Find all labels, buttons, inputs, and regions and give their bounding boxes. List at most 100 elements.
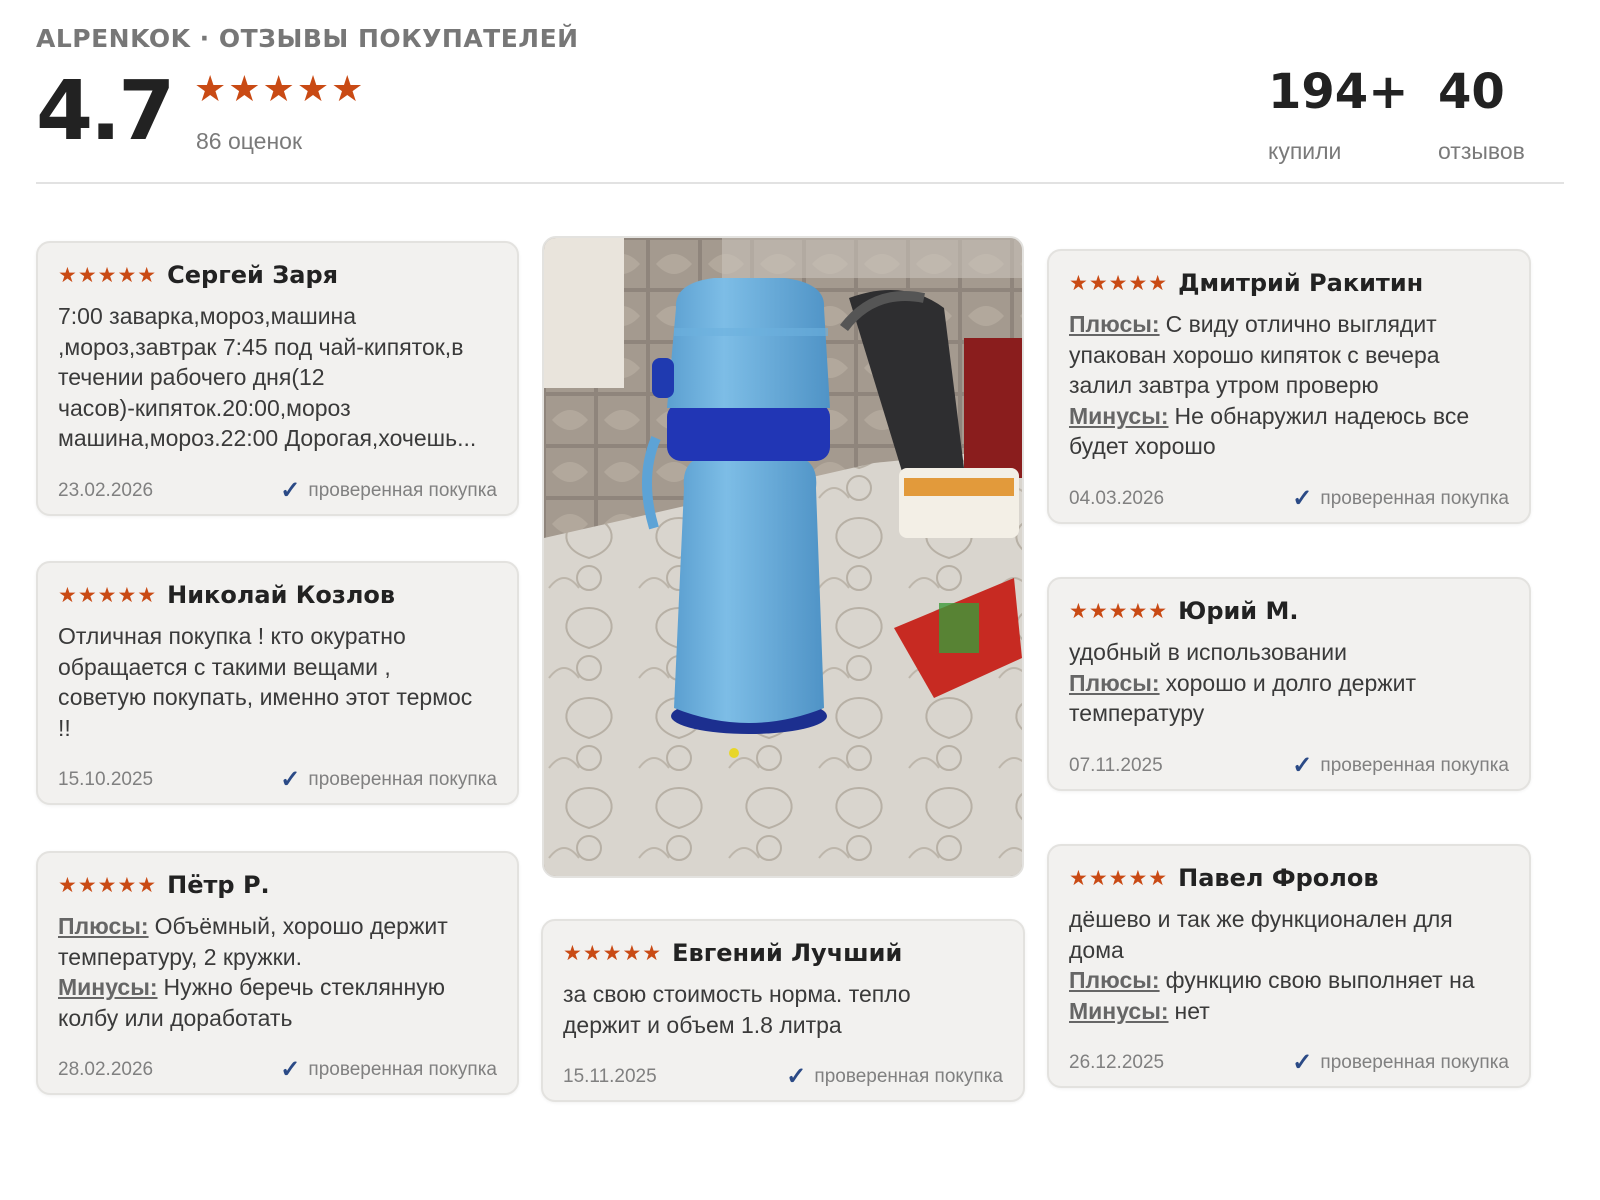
verified-label: проверенная покупка <box>1320 488 1509 509</box>
review-stars: ★★★★★ <box>563 941 663 965</box>
review-card[interactable]: ★★★★★ Юрий М. удобный в использовании Пл… <box>1047 577 1531 791</box>
review-text: Плюсы: С виду отлично выглядит упакован х… <box>1069 309 1511 462</box>
review-card[interactable]: ★★★★★ Дмитрий Ракитин Плюсы: С виду отлич… <box>1047 249 1531 524</box>
bought-value: 194+ <box>1268 64 1409 120</box>
reviews-label: отзывов <box>1438 138 1525 164</box>
verified-badge: ✓ проверенная покупка <box>1292 1051 1509 1075</box>
review-line: дёшево и так же функционален для <box>1069 906 1453 932</box>
cons-label: Минусы: <box>1069 997 1169 1024</box>
verified-badge: ✓ проверенная покупка <box>280 1056 497 1083</box>
review-photo[interactable] <box>542 236 1024 878</box>
verified-label: проверенная покупка <box>1320 1052 1509 1073</box>
review-line: советую покупать, именно этот термос <box>58 684 473 710</box>
review-card[interactable]: ★★★★★ Евгений Лучший за свою стоимость н… <box>541 919 1025 1102</box>
review-date: 15.11.2025 <box>563 1066 657 1087</box>
review-line: держит и объем 1.8 литра <box>563 1011 842 1038</box>
review-line: Отличная покупка ! кто окуратно <box>58 623 406 649</box>
cons-text: нет <box>1174 997 1210 1024</box>
cons-text: Нужно беречь стеклянную <box>163 974 445 1000</box>
review-line: течении рабочего дня(12 <box>58 364 325 390</box>
review-line: часов)-кипяток.20:00,мороз <box>58 394 351 421</box>
verified-badge: ✓ проверенная покупка <box>280 766 497 793</box>
pros-text: Объёмный, хорошо держит <box>154 913 448 939</box>
review-card[interactable]: ★★★★★ Павел Фролов дёшево и так же функц… <box>1047 844 1531 1088</box>
reviewer-name: Павел Фролов <box>1178 864 1379 892</box>
review-line: !! <box>58 714 71 741</box>
cons-text: Не обнаружил надеюсь все <box>1174 402 1470 429</box>
pros-text: С виду отлично выглядит <box>1165 311 1437 337</box>
reviewer-name: Сергей Заря <box>167 261 339 289</box>
cons-text: колбу или доработать <box>58 1004 293 1031</box>
review-stars: ★★★★★ <box>1069 599 1169 623</box>
pros-text: упакован хорошо кипяток с вечера <box>1069 341 1440 368</box>
reviews-header: ALPENKOK · ОТЗЫВЫ ПОКУПАТЕЛЕЙ 4.7 ★★★★★ … <box>36 24 1564 184</box>
review-date: 26.12.2025 <box>1069 1052 1165 1073</box>
reviewer-name: Николай Козлов <box>167 581 396 609</box>
check-icon: ✓ <box>280 477 301 504</box>
reviewer-name: Пётр Р. <box>167 871 270 899</box>
review-text: Плюсы: Объёмный, хорошо держит температур… <box>58 911 499 1033</box>
verified-badge: ✓ проверенная покупка <box>1292 485 1509 512</box>
review-line: 7:00 заварка,мороз,машина <box>58 303 357 329</box>
bought-label: купили <box>1268 138 1342 164</box>
review-date: 15.10.2025 <box>58 769 154 790</box>
check-icon: ✓ <box>1292 485 1313 512</box>
review-card[interactable]: ★★★★★ Николай Козлов Отличная покупка ! … <box>36 561 519 805</box>
ratings-count: 86 оценок <box>196 128 303 154</box>
review-date: 23.02.2026 <box>58 480 154 501</box>
check-icon: ✓ <box>1292 752 1313 779</box>
pros-text: функцию свою выполняет на <box>1165 967 1475 993</box>
bought-stat: 194+ купили <box>1268 64 1408 165</box>
cons-label: Минусы: <box>58 974 158 1000</box>
review-stars: ★★★★★ <box>58 873 158 897</box>
verified-label: проверенная покупка <box>308 480 497 501</box>
review-line: обращается с такими вещами , <box>58 653 391 680</box>
review-text: дёшево и так же функционален для дома Пл… <box>1069 904 1511 1026</box>
review-stars: ★★★★★ <box>58 583 158 607</box>
review-line: ,мороз,завтрак 7:45 под чай-кипяток,в <box>58 333 464 360</box>
reviewer-name: Дмитрий Ракитин <box>1178 269 1424 297</box>
review-date: 07.11.2025 <box>1069 755 1163 776</box>
pros-text: температуру, 2 кружки. <box>58 943 302 970</box>
pros-label: Плюсы: <box>58 913 149 939</box>
review-stars: ★★★★★ <box>1069 866 1169 890</box>
verified-label: проверенная покупка <box>1320 755 1509 776</box>
review-text: Отличная покупка ! кто окуратно обращает… <box>58 621 499 743</box>
review-date: 28.02.2026 <box>58 1059 154 1080</box>
reviews-stat: 40 отзывов <box>1438 64 1525 165</box>
review-text: за свою стоимость норма. тепло держит и … <box>563 979 1005 1040</box>
cons-text: будет хорошо <box>1069 433 1216 459</box>
verified-badge: ✓ проверенная покупка <box>786 1063 1003 1090</box>
pros-text: залил завтра утром проверю <box>1069 372 1379 398</box>
pros-label: Плюсы: <box>1069 967 1160 993</box>
pros-text: температуру <box>1069 700 1205 726</box>
review-line: дома <box>1069 936 1124 963</box>
review-text: 7:00 заварка,мороз,машина ,мороз,завтрак… <box>58 301 499 454</box>
reviews-value: 40 <box>1438 64 1505 120</box>
review-stars: ★★★★★ <box>58 263 158 287</box>
reviewer-name: Евгений Лучший <box>672 939 903 967</box>
thermos-photo-icon <box>544 238 1022 876</box>
page-title: ALPENKOK · ОТЗЫВЫ ПОКУПАТЕЛЕЙ <box>36 24 579 53</box>
review-date: 04.03.2026 <box>1069 488 1165 509</box>
review-line: машина,мороз.22:00 Дорогая,хочешь... <box>58 425 477 451</box>
review-line: удобный в использовании <box>1069 639 1347 665</box>
rating-stars: ★★★★★ <box>194 68 366 109</box>
cons-label: Минусы: <box>1069 402 1169 429</box>
check-icon: ✓ <box>280 1056 301 1083</box>
reviewer-name: Юрий М. <box>1178 597 1299 625</box>
verified-label: проверенная покупка <box>308 769 497 790</box>
review-text: удобный в использовании Плюсы: хорошо и д… <box>1069 637 1511 729</box>
verified-label: проверенная покупка <box>814 1066 1003 1087</box>
verified-badge: ✓ проверенная покупка <box>1292 752 1509 779</box>
check-icon: ✓ <box>786 1063 807 1090</box>
review-stars: ★★★★★ <box>1069 271 1169 295</box>
average-rating: 4.7 <box>36 64 175 159</box>
verified-badge: ✓ проверенная покупка <box>280 477 497 504</box>
review-line: за свою стоимость норма. тепло <box>563 981 911 1007</box>
pros-label: Плюсы: <box>1069 311 1160 337</box>
review-card[interactable]: ★★★★★ Пётр Р. Плюсы: Объёмный, хорошо дер… <box>36 851 519 1095</box>
check-icon: ✓ <box>280 766 301 793</box>
pros-label: Плюсы: <box>1069 669 1160 696</box>
review-card[interactable]: ★★★★★ Сергей Заря 7:00 заварка,мороз,маш… <box>36 241 519 516</box>
